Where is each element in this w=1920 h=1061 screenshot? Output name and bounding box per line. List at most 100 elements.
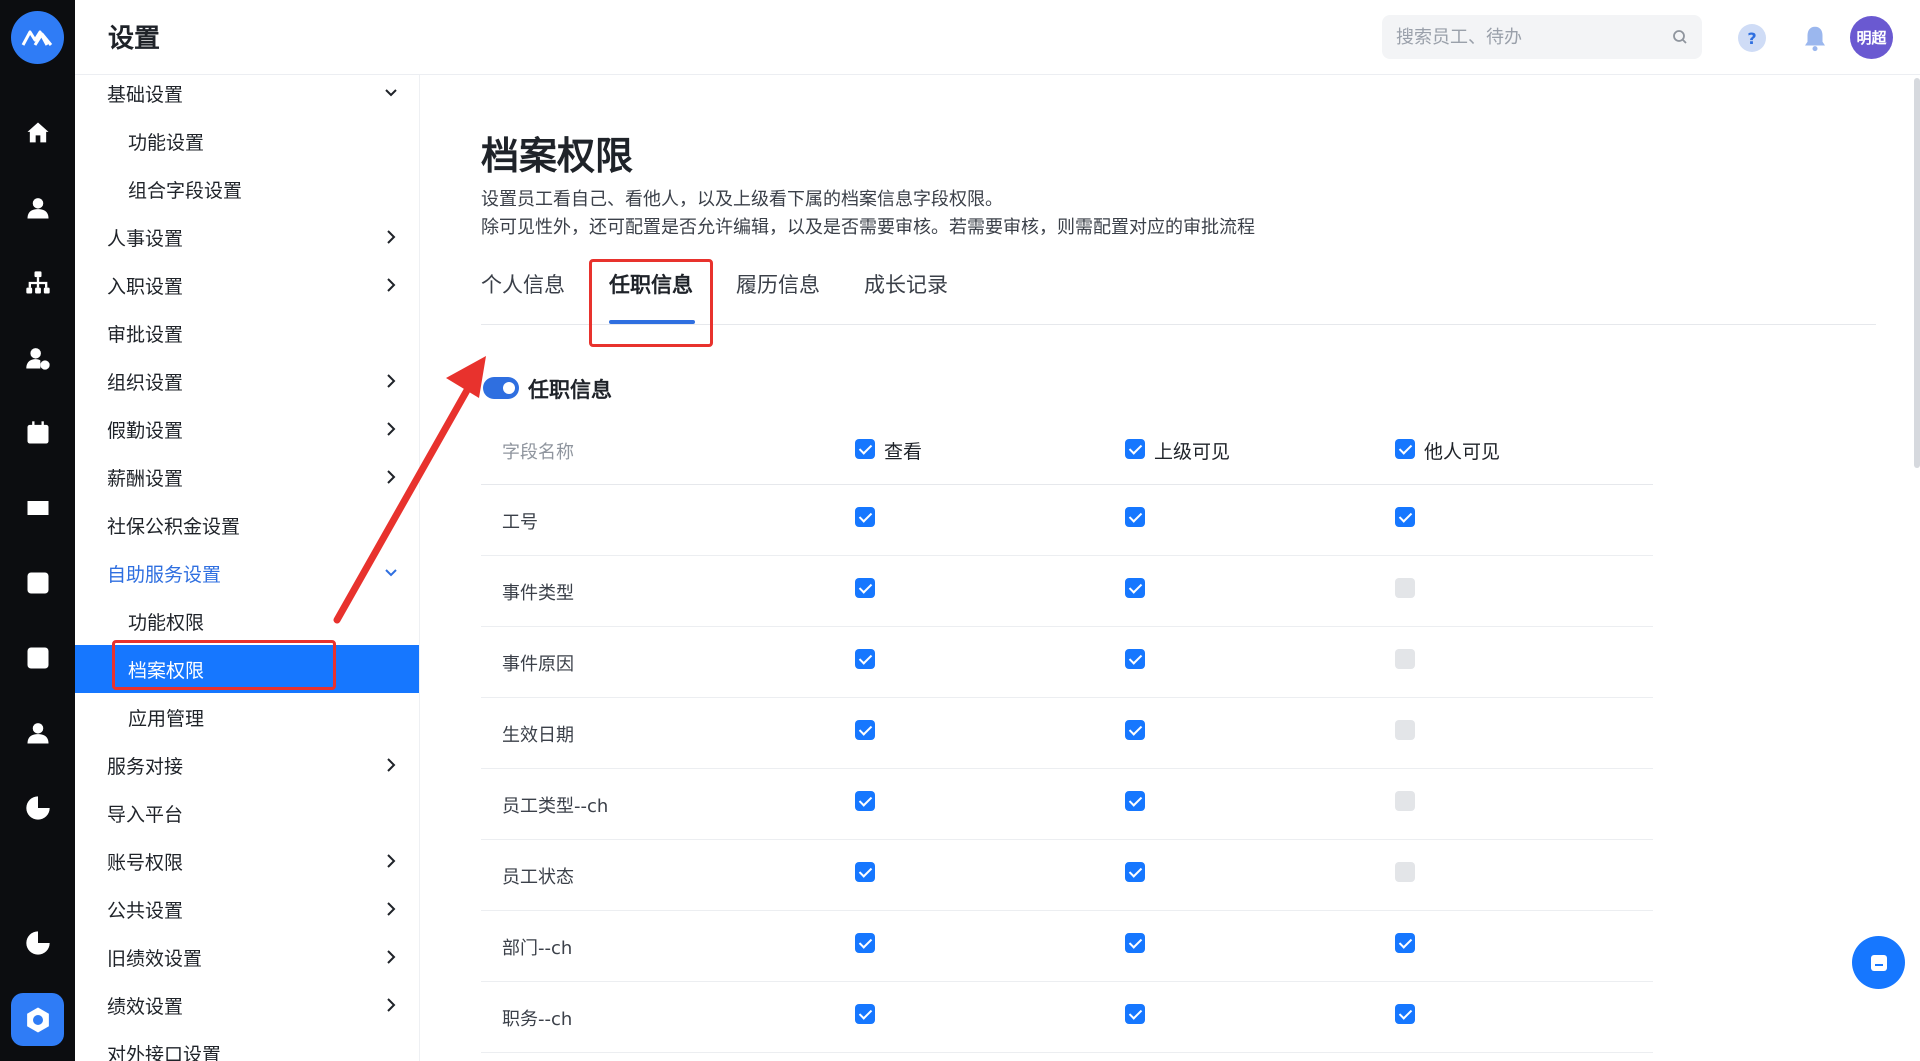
column-header-field-name: 字段名称 [502,442,574,463]
sidebar-item[interactable]: 应用管理 [75,693,419,741]
sidebar-item[interactable]: 人事设置 [75,213,419,261]
avatar[interactable]: 明超 [1850,16,1893,59]
checkbox-view[interactable] [855,720,875,740]
sidebar-item-label: 自助服务设置 [107,563,222,586]
checkbox-superior-visible[interactable] [1125,1004,1145,1024]
tab-personal-info[interactable]: 个人信息 [481,265,565,325]
sidebar-item[interactable]: 组合字段设置 [75,165,419,213]
sidebar-item-label: 人事设置 [107,227,184,250]
checkbox-superior-visible[interactable] [1125,507,1145,527]
user-add-icon[interactable] [20,340,56,376]
field-name-cell: 工号 [502,512,538,533]
sidebar-item[interactable]: 审批设置 [75,309,419,357]
sidebar-item-label: 组合字段设置 [128,179,243,202]
annotation-highlight-tab [589,259,713,347]
sidebar-item[interactable]: 服务对接 [75,741,419,789]
chat-float-button[interactable] [1852,936,1905,989]
table-row: 事件原因 [481,627,1653,698]
sidebar-item-label: 功能权限 [128,611,205,634]
field-name-cell: 事件类型 [502,583,574,604]
chevron-right-icon [387,950,396,964]
search-icon[interactable] [1672,29,1688,45]
calendar-icon[interactable] [20,415,56,451]
tab-resume-info[interactable]: 履历信息 [736,265,820,325]
page-description-line-2: 除可见性外，还可配置是否允许编辑，以及是否需要审核。若需要审核，则需配置对应的审… [481,217,1255,238]
checkbox-view[interactable] [855,791,875,811]
sidebar-item[interactable]: 旧绩效设置 [75,933,419,981]
checkbox-others-visible[interactable] [1395,862,1415,882]
section-toggle-switch[interactable] [483,377,519,399]
field-name-cell: 事件原因 [502,654,574,675]
main-scrollbar[interactable] [1914,78,1920,468]
sidebar-item-label: 旧绩效设置 [107,947,203,970]
checkbox-view[interactable] [855,933,875,953]
sidebar-item[interactable]: 功能设置 [75,117,419,165]
checkbox-view[interactable] [855,649,875,669]
checkbox-superior-visible[interactable] [1125,933,1145,953]
column-header-superior-visible: 上级可见 [1154,441,1231,463]
yen-icon[interactable] [20,490,56,526]
checkbox-others-visible[interactable] [1395,578,1415,598]
search-input[interactable] [1396,26,1672,48]
page-title: 档案权限 [481,134,634,178]
checkbox-view[interactable] [855,1004,875,1024]
org-tree-icon[interactable] [20,265,56,301]
app-logo-icon[interactable] [11,11,64,64]
sidebar-item-label: 公共设置 [107,899,184,922]
checkbox-superior-visible[interactable] [1125,578,1145,598]
sidebar-item[interactable]: 公共设置 [75,885,419,933]
column-header-view: 查看 [884,441,923,463]
sidebar-item[interactable]: 基础设置 [75,75,419,117]
settings-icon[interactable] [11,993,64,1046]
sidebar-item-label: 入职设置 [107,275,184,298]
checkbox-others-visible[interactable] [1395,507,1415,527]
home-icon[interactable] [20,115,56,151]
checkbox-view[interactable] [855,578,875,598]
sidebar-item[interactable]: 薪酬设置 [75,453,419,501]
checkbox-view[interactable] [855,507,875,527]
checkbox-others-visible[interactable] [1395,933,1415,953]
section-title: 任职信息 [528,378,612,402]
help-icon[interactable]: ? [1738,24,1766,52]
checkbox-view[interactable] [855,862,875,882]
checkbox-superior-visible[interactable] [1125,862,1145,882]
sidebar-item[interactable]: 对外接口设置 [75,1029,419,1061]
pie-chart-icon[interactable] [20,925,56,961]
checkbox-superior-visible[interactable] [1125,649,1145,669]
checkbox-superior-visible[interactable] [1125,791,1145,811]
sidebar-item[interactable]: 功能权限 [75,597,419,645]
sidebar-item[interactable]: 入职设置 [75,261,419,309]
person-icon[interactable] [20,715,56,751]
sidebar-item[interactable]: 绩效设置 [75,981,419,1029]
checkbox-others-visible[interactable] [1395,720,1415,740]
sidebar-item[interactable]: 组织设置 [75,357,419,405]
sidebar-item[interactable]: 导入平台 [75,789,419,837]
chart-box-icon[interactable] [20,640,56,676]
table-row: 工号 [481,485,1653,556]
page-header-title: 设置 [108,24,161,54]
sidebar-item[interactable]: 账号权限 [75,837,419,885]
search-box[interactable] [1382,15,1702,59]
bell-icon[interactable] [1800,23,1830,53]
chart-box-icon[interactable] [20,565,56,601]
chevron-down-icon [385,569,397,577]
sidebar-item-label: 组织设置 [107,371,184,394]
chevron-down-icon [385,89,397,97]
chevron-right-icon [387,998,396,1012]
main-content: 档案权限 设置员工看自己、看他人，以及上级看下属的档案信息字段权限。 除可见性外… [420,75,1920,1061]
sidebar-item[interactable]: 假勤设置 [75,405,419,453]
sidebar-item-label: 功能设置 [128,131,205,154]
checkbox-others-visible[interactable] [1395,1004,1415,1024]
pie-chart-icon[interactable] [20,790,56,826]
header-checkbox-others-visible[interactable] [1395,439,1415,459]
header-checkbox-view[interactable] [855,439,875,459]
header-checkbox-superior-visible[interactable] [1125,439,1145,459]
tab-growth-record[interactable]: 成长记录 [864,265,948,325]
checkbox-others-visible[interactable] [1395,649,1415,669]
sidebar-item[interactable]: 社保公积金设置 [75,501,419,549]
checkbox-superior-visible[interactable] [1125,720,1145,740]
checkbox-others-visible[interactable] [1395,791,1415,811]
user-icon[interactable] [20,190,56,226]
sidebar-item[interactable]: 自助服务设置 [75,549,419,597]
top-header: 设置 ? 明超 [75,0,1920,75]
